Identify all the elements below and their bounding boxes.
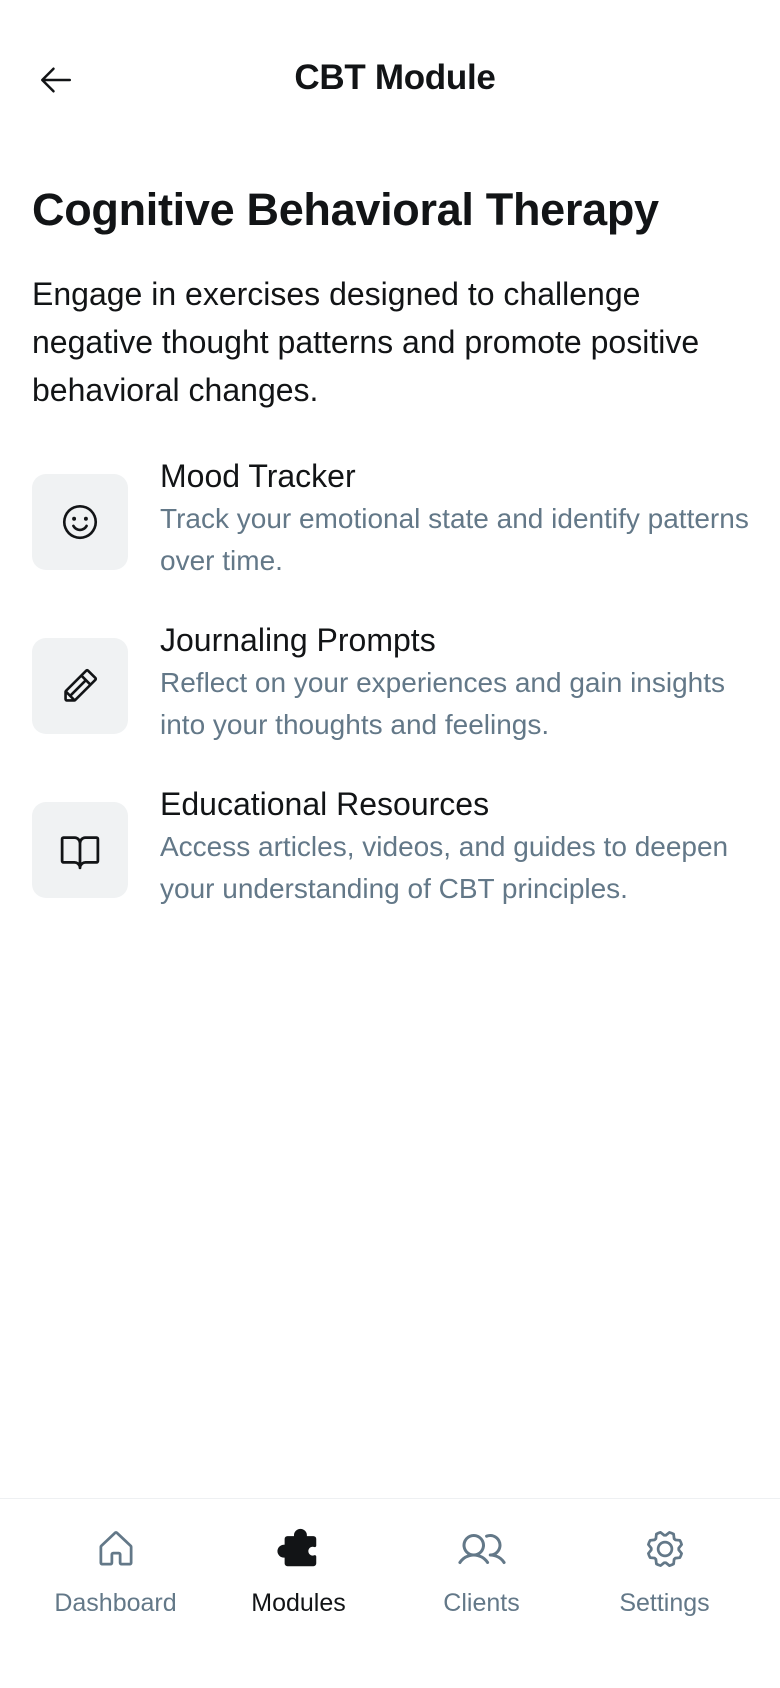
nav-label: Settings: [619, 1589, 710, 1617]
page-title: Cognitive Behavioral Therapy: [32, 184, 659, 235]
module-list: Mood Tracker Track your emotional state …: [32, 456, 750, 948]
module-text: Journaling Prompts Reflect on your exper…: [160, 620, 750, 746]
top-bar: CBT Module: [0, 0, 780, 160]
app-screen: CBT Module Cognitive Behavioral Therapy …: [0, 0, 780, 1688]
module-text: Mood Tracker Track your emotional state …: [160, 456, 750, 582]
nav-item-modules[interactable]: Modules: [207, 1525, 390, 1635]
book-open-icon: [60, 836, 100, 870]
bottom-nav: Dashboard Modules Clients Settings: [0, 1498, 780, 1688]
module-title: Mood Tracker: [160, 458, 356, 494]
nav-label: Clients: [443, 1589, 520, 1617]
module-icon-tile: [32, 474, 128, 570]
module-description: Track your emotional state and identify …: [160, 503, 749, 576]
puzzle-piece-icon: [275, 1525, 323, 1573]
house-icon: [92, 1525, 140, 1573]
users-icon: [457, 1525, 506, 1573]
module-intro: Cognitive Behavioral Therapy Engage in e…: [32, 180, 748, 414]
module-educational-resources[interactable]: Educational Resources Access articles, v…: [32, 784, 748, 948]
module-title: Educational Resources: [160, 786, 490, 822]
nav-label: Modules: [251, 1589, 346, 1617]
module-description: Reflect on your experiences and gain ins…: [160, 667, 726, 740]
screen-title: CBT Module: [294, 58, 496, 97]
intro-text: Engage in exercises designed to challeng…: [32, 276, 700, 408]
nav-item-settings[interactable]: Settings: [573, 1525, 756, 1635]
nav-item-dashboard[interactable]: Dashboard: [24, 1525, 207, 1635]
module-description: Access articles, videos, and guides to d…: [160, 831, 729, 904]
gear-icon: [641, 1525, 689, 1573]
module-mood-tracker[interactable]: Mood Tracker Track your emotional state …: [32, 456, 750, 620]
smiley-icon: [62, 504, 98, 540]
module-icon-tile: [32, 638, 128, 734]
module-title: Journaling Prompts: [160, 622, 436, 658]
module-text: Educational Resources Access articles, v…: [160, 784, 750, 910]
nav-item-clients[interactable]: Clients: [390, 1525, 573, 1635]
module-journaling-prompts[interactable]: Journaling Prompts Reflect on your exper…: [32, 620, 748, 784]
pencil-icon: [64, 668, 98, 702]
nav-label: Dashboard: [54, 1589, 177, 1617]
module-icon-tile: [32, 802, 128, 898]
